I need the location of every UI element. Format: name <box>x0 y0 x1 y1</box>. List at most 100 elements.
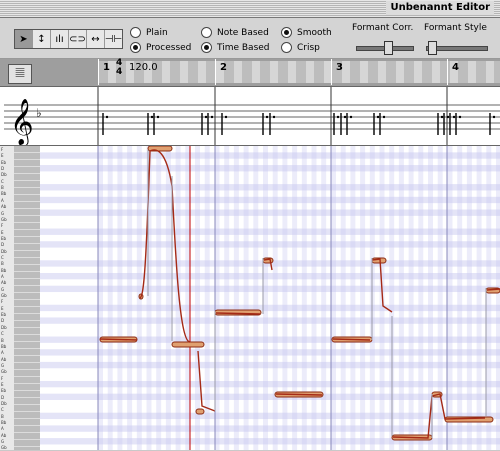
tempo-value[interactable]: 120.0 <box>129 62 158 73</box>
grid-column <box>282 146 288 450</box>
grid-column <box>350 146 356 450</box>
grid-column <box>107 146 113 450</box>
grid-column <box>204 146 210 450</box>
pitch-curve <box>215 312 261 315</box>
smooth-radio-dot[interactable] <box>281 27 292 38</box>
time-based-radio-dot[interactable] <box>201 42 212 53</box>
note-dot <box>376 115 380 119</box>
bar-number: 3 <box>336 62 343 73</box>
note-based-radio-dot[interactable] <box>201 27 212 38</box>
plain-radio[interactable]: Plain <box>130 27 168 38</box>
flat-icon: ♭ <box>36 106 42 120</box>
toolbar: ➤ ↕ ılı ⊂⊃ ↔ ⊣⊢ Plain Processed Note Based Ti… <box>0 18 500 59</box>
ruler-barline <box>215 59 216 85</box>
processed-label: Processed <box>146 42 192 53</box>
note-dot <box>336 115 340 119</box>
formant-style-slider-thumb[interactable] <box>428 41 437 55</box>
grid-column <box>263 146 268 450</box>
grid-column <box>117 146 123 450</box>
note-dot <box>210 115 214 119</box>
pitch-curve <box>486 288 500 291</box>
note-dot <box>492 115 496 119</box>
grid-column <box>360 146 366 450</box>
grid-column <box>195 146 200 450</box>
pitch-grid[interactable] <box>0 146 500 450</box>
crisp-radio[interactable]: Crisp <box>281 42 320 53</box>
time-based-radio[interactable]: Time Based <box>201 42 270 53</box>
bar-ruler[interactable]: 𝄚 1 4 4 120.0 2 3 4 <box>0 59 500 87</box>
smooth-radio[interactable]: Smooth <box>281 27 332 38</box>
plain-radio-dot[interactable] <box>130 27 141 38</box>
score-staff: 𝄞 ♭ <box>0 87 500 146</box>
grid-column <box>331 146 336 450</box>
grid-column <box>496 146 500 450</box>
note-dot <box>156 115 160 119</box>
smooth-label: Smooth <box>297 27 332 38</box>
glue-tool-icon[interactable]: ⊂⊃ <box>69 30 87 48</box>
note-dot <box>105 115 109 119</box>
note-dot <box>224 115 228 119</box>
note-dot <box>452 115 456 119</box>
grid-column <box>398 146 404 450</box>
pitch-note-blob <box>195 408 205 415</box>
grid-column <box>408 146 414 450</box>
piano-keyboard[interactable]: F E Eb D Db C B Bb A Ab G Gb F E Eb D Db C B Bb A Ab G Gb F E Eb D D… <box>0 146 15 450</box>
time-signature: 4 4 <box>116 59 122 77</box>
pitch-editor[interactable]: F E Eb D Db C B Bb A Ab G Gb F E Eb D Db C B Bb A Ab G Gb F E Eb D D… <box>0 146 500 450</box>
grid-column <box>321 146 327 450</box>
grid-column <box>98 146 103 450</box>
grid-column <box>243 146 249 450</box>
grid-column <box>127 146 133 450</box>
piano-key[interactable]: Gb <box>0 444 14 451</box>
score-toggle-icon[interactable]: 𝄚 <box>8 64 32 84</box>
grid-column <box>175 146 181 450</box>
note-dot <box>458 115 462 119</box>
bar-number: 2 <box>220 62 227 73</box>
grid-column <box>253 146 259 450</box>
note-dot <box>446 115 450 119</box>
grid-column <box>165 146 171 450</box>
grid-column <box>418 146 424 450</box>
note-based-radio[interactable]: Note Based <box>201 27 269 38</box>
note-dot <box>204 115 208 119</box>
grid-column <box>486 146 492 450</box>
grid-column <box>272 146 278 450</box>
crisp-label: Crisp <box>297 42 320 53</box>
note-based-label: Note Based <box>217 27 269 38</box>
split-tool-icon[interactable]: ⊣⊢ <box>105 30 122 48</box>
length-tool-icon[interactable]: ↔ <box>87 30 105 48</box>
grid-column <box>457 146 463 450</box>
time-based-label: Time Based <box>217 42 270 53</box>
note-dot <box>272 115 276 119</box>
bar-number: 1 <box>103 62 110 73</box>
grid-column <box>311 146 317 450</box>
crisp-radio-dot[interactable] <box>281 42 292 53</box>
note-dot <box>265 115 269 119</box>
grid-column <box>447 146 453 450</box>
processed-radio[interactable]: Processed <box>130 42 191 53</box>
pitch-tool-icon[interactable]: ↕ <box>33 30 51 48</box>
note-dot <box>349 115 353 119</box>
formant-corr-slider-thumb[interactable] <box>384 41 393 55</box>
grid-column <box>476 146 482 450</box>
pointer-tool-icon[interactable]: ➤ <box>15 30 33 48</box>
grid-column <box>233 146 239 450</box>
note-dot <box>440 115 444 119</box>
grid-column <box>340 146 346 450</box>
grid-column <box>301 146 307 450</box>
formant-tool-icon[interactable]: ılı <box>51 30 69 48</box>
time-signature-bottom: 4 <box>116 67 123 77</box>
pitch-curve <box>332 338 371 341</box>
staff-notation: 𝄞 ♭ <box>4 87 500 145</box>
ruler-track[interactable] <box>98 61 500 83</box>
grid-column <box>292 146 298 450</box>
ruler-barline <box>331 59 332 85</box>
title-bar: Unbenannt Editor <box>0 0 500 18</box>
plain-label: Plain <box>146 27 168 38</box>
formant-style-label: Formant Style <box>424 23 487 33</box>
ruler-barline <box>98 59 99 85</box>
processed-radio-dot[interactable] <box>130 42 141 53</box>
grid-column <box>156 146 162 450</box>
window-title: Unbenannt Editor <box>386 1 494 15</box>
pitch-curve <box>99 338 138 341</box>
